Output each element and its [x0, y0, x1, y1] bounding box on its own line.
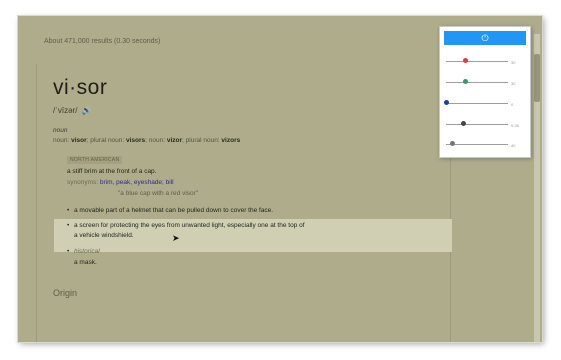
browser-content-area: About 471,000 results (0.30 seconds) vi·…	[18, 16, 542, 342]
power-button[interactable]: ⏻	[444, 31, 526, 45]
blue-slider-value: 0	[511, 102, 514, 107]
synonyms-label: synonyms:	[67, 179, 99, 186]
definition-1: a stiff brim at the front of a cap.	[67, 168, 157, 175]
region-badge: NORTH AMERICAN	[67, 156, 123, 164]
dark-slider[interactable]	[446, 120, 508, 130]
form-vizors: vizors	[221, 137, 241, 144]
slider-knob[interactable]	[450, 141, 456, 146]
slider-track	[446, 61, 508, 62]
synonyms-line: synonyms: brim, peak, eyeshade; bill	[67, 179, 174, 186]
form-visors: visors	[126, 137, 146, 144]
forms-separator: ; noun:	[145, 137, 167, 144]
definition-3-line-1: a screen for protecting the eyes from un…	[74, 222, 305, 229]
red-slider-value: 30	[511, 60, 516, 65]
definition-4: a mask.	[74, 259, 97, 266]
slider-knob[interactable]	[461, 121, 467, 126]
form-visor: visor	[71, 137, 87, 144]
part-of-speech: noun	[53, 127, 68, 134]
slider-knob[interactable]	[444, 100, 449, 105]
scrollbar-thumb[interactable]	[534, 54, 540, 102]
settings-popup-panel: ⏻ 30 30 0 0.28 40	[439, 26, 531, 158]
green-slider[interactable]	[446, 78, 508, 88]
bullet-dot: •	[67, 222, 70, 229]
origin-heading[interactable]: Origin	[53, 288, 77, 298]
phonetic-text: /ˈvīzər/	[53, 106, 78, 115]
slider-knob[interactable]	[462, 58, 468, 63]
forms-separator: ; plural noun:	[86, 137, 127, 144]
result-stats: About 471,000 results (0.30 seconds)	[44, 38, 161, 45]
word-forms: noun: visor; plural noun: visors; noun: …	[53, 137, 240, 144]
speaker-icon[interactable]: 🔊	[82, 106, 92, 115]
gray-slider[interactable]	[446, 140, 508, 150]
form-vizor: vizor	[166, 137, 183, 144]
example-sentence: "a blue cap with a red visor"	[118, 190, 199, 197]
forms-separator: ; plural noun:	[182, 137, 222, 144]
slider-track	[446, 144, 508, 145]
gray-slider-value: 40	[511, 143, 516, 148]
left-divider-line	[36, 64, 37, 342]
slider-track	[446, 124, 508, 125]
slider-track	[446, 82, 508, 83]
mouse-cursor-icon: ➤	[172, 233, 180, 243]
forms-prefix: noun:	[53, 137, 72, 144]
blue-slider[interactable]	[444, 99, 508, 109]
definition-2: a movable part of a helmet that can be p…	[74, 207, 274, 214]
slider-knob[interactable]	[462, 79, 468, 84]
synonyms-list[interactable]: brim, peak, eyeshade; bill	[100, 179, 174, 186]
dictionary-word: vi·sor	[53, 76, 108, 99]
historical-label: historical	[74, 248, 100, 255]
power-icon: ⏻	[481, 33, 489, 43]
bullet-dot: •	[67, 248, 70, 255]
phonetic-line: /ˈvīzər/ 🔊	[53, 106, 92, 115]
red-slider[interactable]	[446, 57, 508, 67]
slider-track	[446, 103, 508, 104]
dark-slider-value: 0.28	[511, 123, 519, 128]
bullet-dot: •	[67, 207, 70, 214]
green-slider-value: 30	[511, 81, 516, 86]
definition-3-line-2: a vehicle windshield.	[74, 232, 134, 239]
